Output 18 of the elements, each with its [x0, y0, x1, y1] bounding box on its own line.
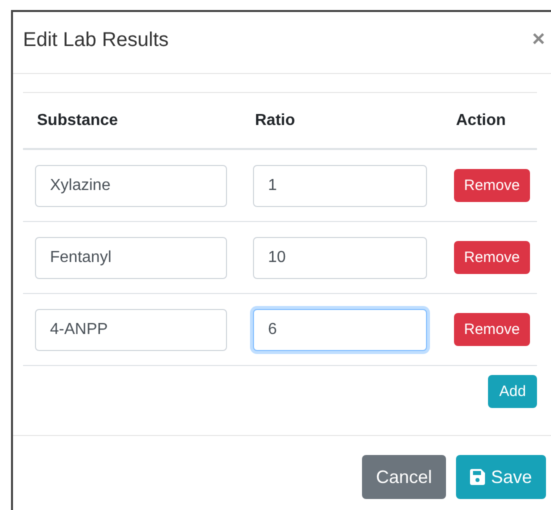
modal-title: Edit Lab Results: [23, 28, 169, 52]
save-icon: [470, 469, 486, 485]
column-header: Substance: [37, 112, 118, 128]
add-button[interactable]: Add: [488, 375, 537, 408]
remove-button[interactable]: Remove: [454, 241, 530, 274]
close-button[interactable]: ×: [532, 28, 545, 50]
substance-field[interactable]: Xylazine: [35, 164, 227, 206]
column-header: Ratio: [255, 112, 295, 128]
substance-field[interactable]: 4-ANPP: [35, 308, 227, 350]
cancel-button[interactable]: Cancel: [362, 455, 446, 499]
column-header: Action: [456, 112, 506, 128]
ratio-field[interactable]: 10: [253, 236, 427, 278]
ratio-field[interactable]: 1: [253, 164, 427, 206]
save-button[interactable]: Save: [456, 455, 546, 499]
remove-button[interactable]: Remove: [454, 169, 530, 202]
ratio-field[interactable]: 6: [253, 308, 427, 350]
remove-button[interactable]: Remove: [454, 313, 530, 346]
substance-field[interactable]: Fentanyl: [35, 236, 227, 278]
